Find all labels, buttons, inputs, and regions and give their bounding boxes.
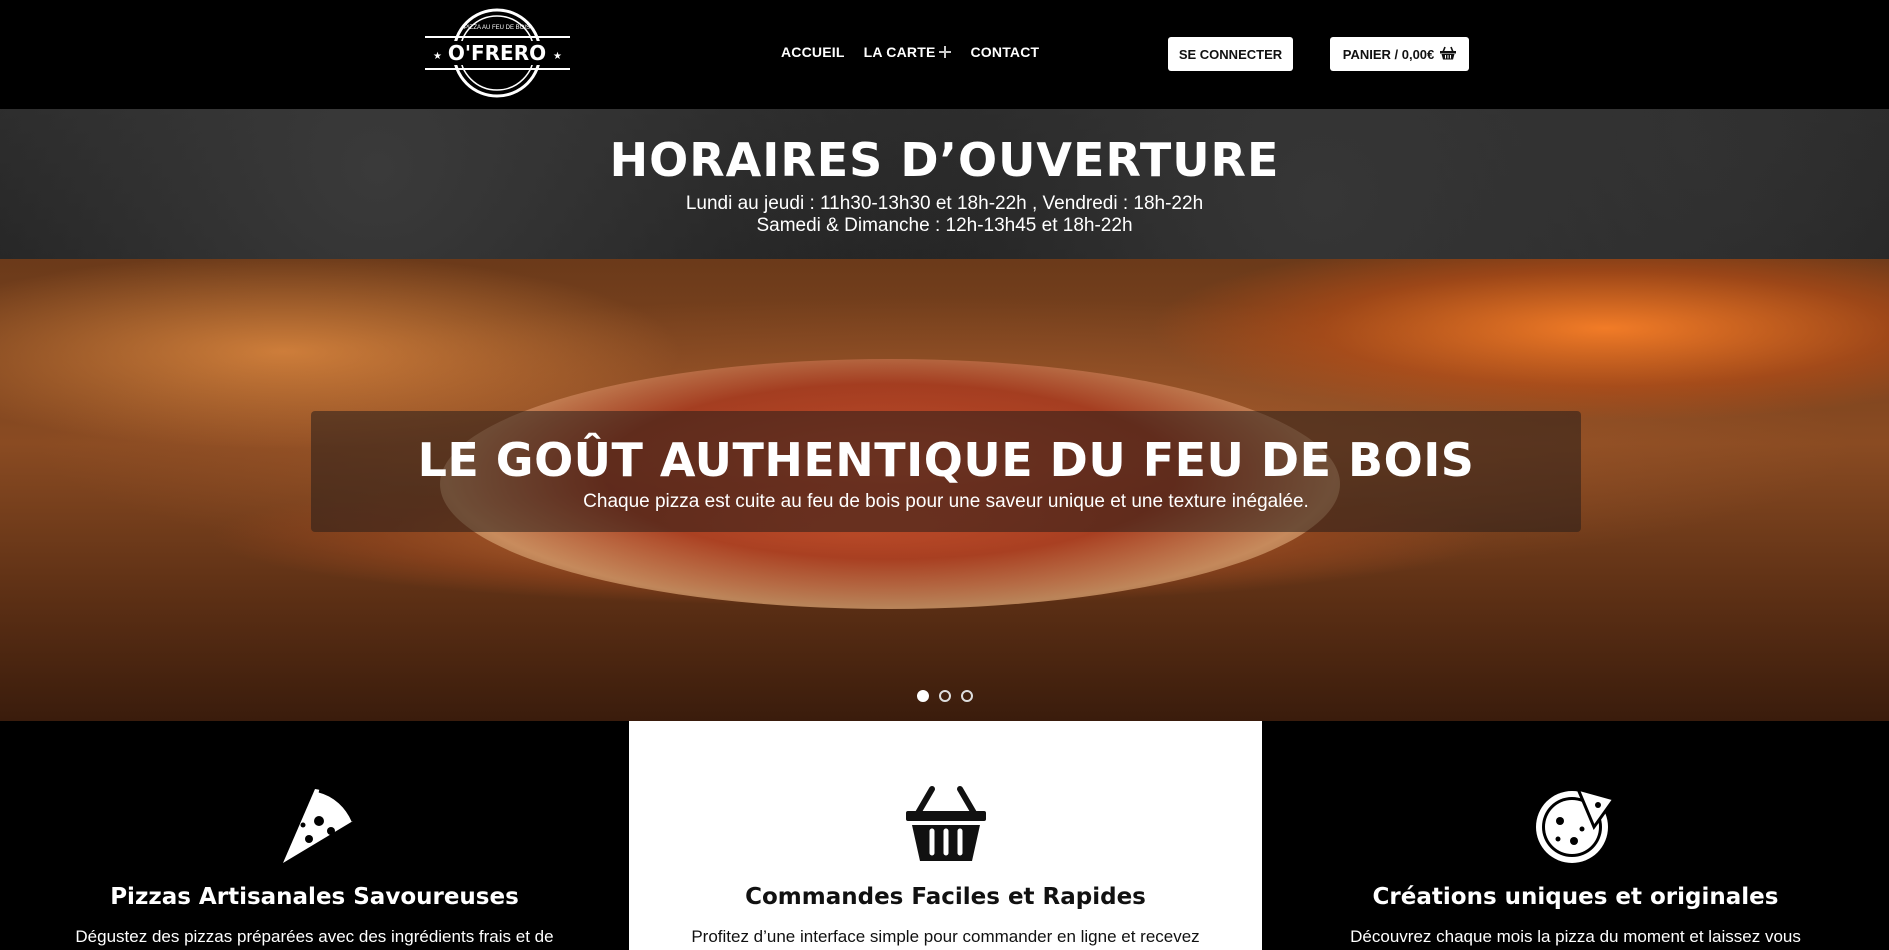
opening-hours-title: HORAIRES D’OUVERTURE [609,133,1280,187]
logo-brand-text: O'FRERO [448,41,546,65]
login-button-label: SE CONNECTER [1178,46,1283,62]
nav-accueil-label: ACCUEIL [781,44,845,60]
nav-contact[interactable]: CONTACT [970,44,1039,60]
nav-la-carte-label: LA CARTE [863,44,936,60]
feature-ordering-text: Profitez d’une interface simple pour com… [691,927,1200,946]
slider-dot-2[interactable] [939,690,951,702]
opening-hours-weekend: Samedi & Dimanche : 12h-13h45 et 18h-22h [756,215,1133,236]
opening-hours-weekdays: Lundi au jeudi : 11h30-13h30 et 18h-22h … [685,193,1204,214]
feature-creations-title: Créations uniques et originales [1372,884,1779,910]
feature-artisanal-title: Pizzas Artisanales Savoureuses [110,884,519,910]
plus-icon[interactable] [939,46,952,58]
basket-icon [1440,46,1457,63]
login-button[interactable]: SE CONNECTER [1168,37,1293,71]
cart-button[interactable]: PANIER / 0,00€ [1330,37,1469,71]
pizza-slice-icon [273,783,357,867]
feature-artisanal: Pizzas Artisanales Savoureuses Dégustez … [0,721,629,950]
nav-la-carte[interactable]: LA CARTE [864,44,952,60]
slider-dot-1[interactable] [917,690,929,702]
hero-title: LE GOÛT AUTHENTIQUE DU FEU DE BOIS [417,433,1475,487]
feature-creations: Créations uniques et originales Découvre… [1262,721,1889,950]
shopping-basket-icon [904,783,988,867]
site-header: PIZZA AU FEU DE BOIS O'FRERO ★ ★ ACCUEIL… [0,0,1889,109]
hero-subtitle: Chaque pizza est cuite au feu de bois po… [583,491,1309,512]
main-nav: ACCUEIL LA CARTE CONTACT [781,44,1039,60]
feature-ordering-title: Commandes Faciles et Rapides [745,884,1146,910]
ofrero-logo[interactable]: PIZZA AU FEU DE BOIS O'FRERO ★ ★ [425,7,570,99]
feature-artisanal-text: Dégustez des pizzas préparées avec des i… [75,927,554,946]
nav-contact-label: CONTACT [970,44,1040,60]
opening-hours-banner: HORAIRES D’OUVERTURE Lundi au jeudi : 11… [0,109,1889,259]
feature-creations-text: Découvrez chaque mois la pizza du moment… [1350,927,1801,946]
nav-accueil[interactable]: ACCUEIL [781,44,845,60]
svg-text:★: ★ [433,51,442,62]
features-section: Pizzas Artisanales Savoureuses Dégustez … [0,721,1889,950]
pizza-pie-icon [1534,783,1618,867]
hero-slider[interactable]: LE GOÛT AUTHENTIQUE DU FEU DE BOIS Chaqu… [0,259,1889,721]
slider-dot-3[interactable] [961,690,973,702]
slider-dots [917,690,973,702]
logo-top-text: PIZZA AU FEU DE BOIS [464,25,530,31]
hero-caption: LE GOÛT AUTHENTIQUE DU FEU DE BOIS Chaqu… [311,411,1581,532]
feature-ordering: Commandes Faciles et Rapides Profitez d’… [629,721,1262,950]
cart-button-label: PANIER / 0,00€ [1342,46,1435,62]
svg-text:★: ★ [553,51,562,62]
